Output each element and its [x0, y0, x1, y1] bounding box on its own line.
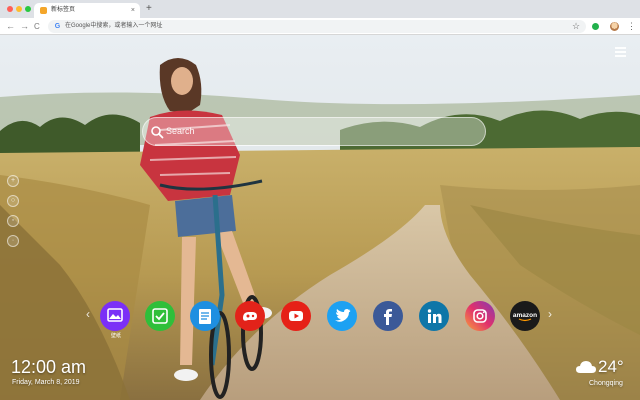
tab-favicon-icon: [40, 7, 47, 14]
address-bar-placeholder: 在Google中搜索，或者输入一个网址: [65, 23, 163, 29]
notes-app-icon[interactable]: [190, 301, 220, 331]
profile-avatar[interactable]: [610, 22, 619, 31]
window-minimize-button[interactable]: [16, 6, 22, 12]
new-tab-page: Search + ○ ◦ · ‹ 壁纸 amazon › 12:00 am Fr…: [0, 35, 640, 400]
facebook-icon[interactable]: [373, 301, 403, 331]
browser-tab-strip: 新标签页 × +: [0, 0, 640, 18]
dock-next-arrow[interactable]: ›: [548, 307, 552, 321]
extension-icon[interactable]: [592, 23, 599, 30]
weather-temperature: 24°: [598, 357, 624, 376]
wallpaper-app-icon[interactable]: [100, 301, 130, 331]
window-maximize-button[interactable]: [25, 6, 31, 12]
dock-prev-arrow[interactable]: ‹: [86, 307, 90, 321]
clock-time: 12:00 am: [11, 357, 87, 377]
wallpaper-app-label: 壁纸: [110, 333, 121, 339]
clock-date: Friday, March 8, 2019: [12, 379, 80, 386]
bookmark-icon[interactable]: ◦: [7, 215, 19, 227]
reload-button[interactable]: C: [34, 20, 40, 33]
tab-close-icon[interactable]: ×: [131, 5, 135, 16]
active-tab[interactable]: 新标签页 ×: [34, 3, 140, 18]
cloud-icon: [576, 361, 596, 373]
search-input[interactable]: Search: [142, 117, 486, 146]
bookmark-star-icon[interactable]: ☆: [572, 19, 580, 33]
apps-icon[interactable]: ·: [7, 235, 19, 247]
new-tab-button[interactable]: +: [146, 3, 152, 15]
game-app-icon[interactable]: [235, 301, 265, 331]
tab-title: 新标签页: [51, 7, 76, 13]
search-placeholder: Search: [166, 126, 195, 136]
youtube-icon[interactable]: [281, 301, 311, 331]
weather-city: Chongqing: [589, 380, 623, 387]
background-wallpaper: [0, 35, 640, 400]
amazon-logo-text: amazon: [513, 312, 537, 319]
twitter-icon[interactable]: [327, 301, 357, 331]
tasks-app-icon[interactable]: [145, 301, 175, 331]
browser-menu-icon[interactable]: ⋮: [627, 19, 636, 33]
amazon-icon[interactable]: amazon: [510, 301, 540, 331]
browser-toolbar: ← → C G 在Google中搜索，或者输入一个网址: [0, 18, 640, 35]
forward-button[interactable]: →: [20, 20, 29, 33]
search-icon: [151, 126, 164, 139]
google-icon: G: [54, 23, 61, 30]
history-icon[interactable]: ○: [7, 195, 19, 207]
instagram-icon[interactable]: [465, 301, 495, 331]
settings-menu-icon[interactable]: [615, 47, 626, 57]
add-shortcut-icon[interactable]: +: [7, 175, 19, 187]
address-bar[interactable]: G 在Google中搜索，或者输入一个网址: [48, 20, 586, 33]
back-button[interactable]: ←: [6, 20, 15, 33]
window-close-button[interactable]: [7, 6, 13, 12]
linkedin-icon[interactable]: [419, 301, 449, 331]
